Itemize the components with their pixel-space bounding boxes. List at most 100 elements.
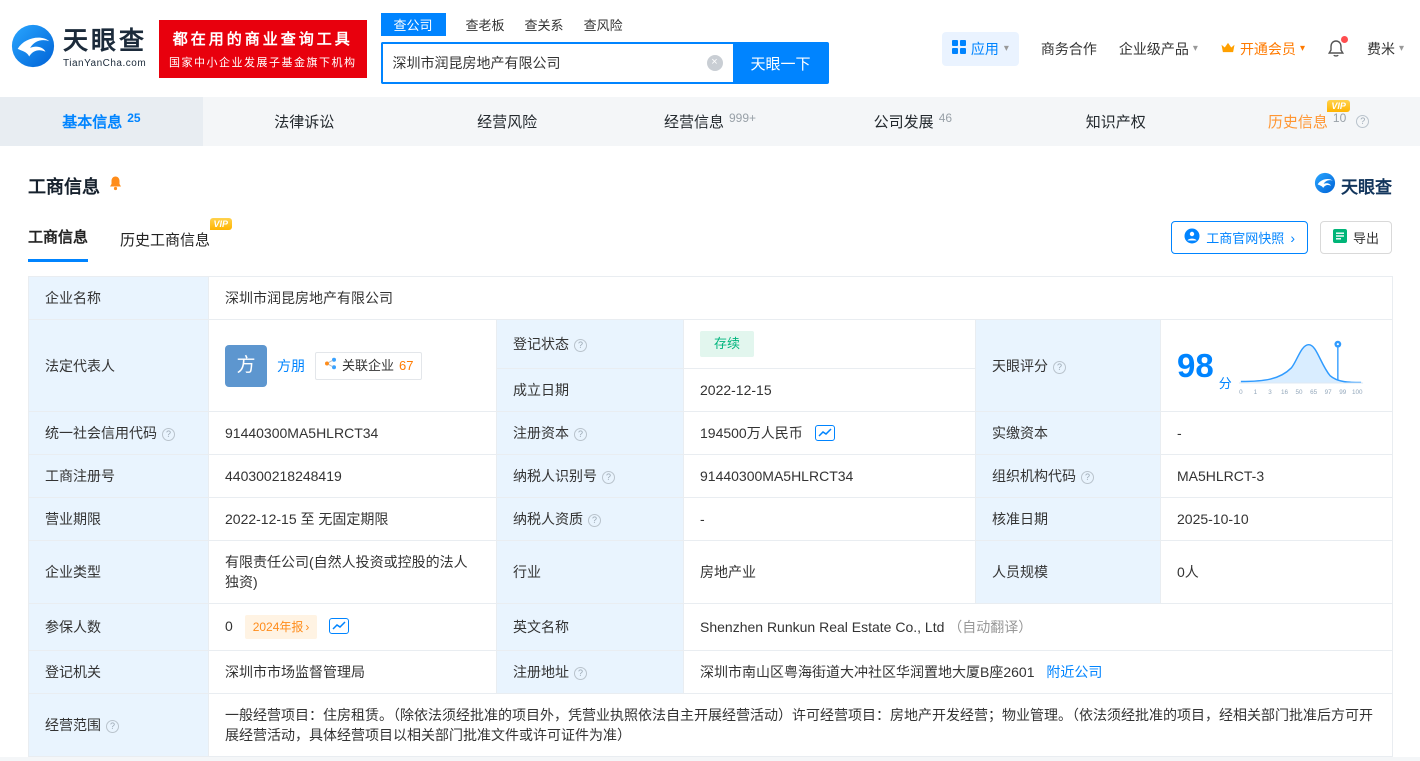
nav-business-cooperation[interactable]: 商务合作 bbox=[1041, 39, 1097, 59]
trend-chart-icon[interactable] bbox=[329, 618, 349, 634]
label-company-name: 企业名称 bbox=[29, 277, 209, 320]
table-row: 工商注册号 440300218248419 纳税人识别号? 91440300MA… bbox=[29, 455, 1393, 498]
nav-user-menu[interactable]: 费米 ▾ bbox=[1367, 39, 1404, 59]
nearby-companies-link[interactable]: 附近公司 bbox=[1046, 664, 1102, 680]
tab-count: 999+ bbox=[729, 111, 756, 125]
help-icon[interactable]: ? bbox=[1081, 471, 1094, 484]
search-input[interactable] bbox=[381, 42, 733, 84]
nav-enterprise-products[interactable]: 企业级产品 ▾ bbox=[1119, 39, 1198, 59]
label-tyc-score: 天眼评分? bbox=[976, 320, 1161, 412]
value-insured-count: 0 2024年报 › bbox=[209, 604, 497, 651]
score-number: 98 bbox=[1177, 349, 1214, 382]
annual-report-tag[interactable]: 2024年报 › bbox=[245, 615, 318, 639]
nav-upgrade-vip[interactable]: 开通会员 ▾ bbox=[1220, 39, 1305, 59]
label-organization-code: 组织机构代码? bbox=[976, 455, 1161, 498]
top-right-nav: 应用 ▾ 商务合作 企业级产品 ▾ 开通会员 ▾ 费米 ▾ bbox=[942, 32, 1404, 66]
export-button[interactable]: 导出 bbox=[1320, 221, 1392, 254]
search-tabs: 查公司 查老板 查关系 查风险 bbox=[381, 13, 829, 36]
search-tab-relation[interactable]: 查关系 bbox=[525, 15, 564, 34]
tianyancha-logo[interactable]: 天眼查 TianYanCha.com bbox=[10, 23, 147, 74]
chevron-right-icon: › bbox=[1290, 230, 1295, 246]
tab-company-development[interactable]: 公司发展 46 bbox=[811, 97, 1014, 146]
label-company-type: 企业类型 bbox=[29, 541, 209, 604]
tab-basic-info[interactable]: 基本信息 25 bbox=[0, 97, 203, 146]
app-menu-label: 应用 bbox=[971, 39, 999, 59]
tab-count: 25 bbox=[127, 111, 140, 125]
search-button[interactable]: 天眼一下 bbox=[733, 42, 829, 84]
related-companies-tag[interactable]: 关联企业 67 bbox=[315, 352, 422, 380]
legal-rep-name-link[interactable]: 方朋 bbox=[277, 356, 305, 376]
search-tab-risk[interactable]: 查风险 bbox=[584, 15, 623, 34]
value-tyc-score: 98 分 0 1 3 16 50 65 bbox=[1161, 320, 1393, 412]
help-icon[interactable]: ? bbox=[1053, 361, 1066, 374]
username: 费米 bbox=[1367, 39, 1395, 59]
table-row: 营业期限 2022-12-15 至 无固定期限 纳税人资质? - 核准日期 20… bbox=[29, 498, 1393, 541]
brand-slogan-banner: 都在用的商业查询工具 国家中小企业发展子基金旗下机构 bbox=[159, 20, 367, 78]
search-tab-boss[interactable]: 查老板 bbox=[466, 15, 505, 34]
announcement-bell-icon[interactable] bbox=[108, 175, 123, 196]
value-registered-capital: 194500万人民币 bbox=[684, 412, 976, 455]
svg-text:0: 0 bbox=[1239, 389, 1243, 396]
value-credit-code: 91440300MA5HLRCT34 bbox=[209, 412, 497, 455]
help-icon[interactable]: ? bbox=[574, 339, 587, 352]
table-row: 企业类型 有限责任公司(自然人投资或控股的法人独资) 行业 房地产业 人员规模 … bbox=[29, 541, 1393, 604]
svg-text:100: 100 bbox=[1352, 389, 1363, 396]
svg-text:3: 3 bbox=[1268, 389, 1272, 396]
value-registration-number: 440300218248419 bbox=[209, 455, 497, 498]
value-staff-size: 0人 bbox=[1161, 541, 1393, 604]
value-industry: 房地产业 bbox=[684, 541, 976, 604]
label-english-name: 英文名称 bbox=[497, 604, 684, 651]
label-paid-capital: 实缴资本 bbox=[976, 412, 1161, 455]
value-legal-representative: 方 方朋 关联企业 67 bbox=[209, 320, 497, 412]
value-paid-capital: - bbox=[1161, 412, 1393, 455]
subtab-business-info[interactable]: 工商信息 bbox=[28, 226, 88, 262]
tab-intellectual-property[interactable]: 知识产权 bbox=[1014, 97, 1217, 146]
legal-rep-avatar[interactable]: 方 bbox=[225, 345, 267, 387]
label-registration-status: 登记状态? bbox=[497, 320, 684, 369]
notification-bell-icon[interactable] bbox=[1327, 39, 1345, 58]
tab-operating-info[interactable]: 经营信息 999+ bbox=[609, 97, 812, 146]
value-organization-code: MA5HLRCT-3 bbox=[1161, 455, 1393, 498]
help-icon[interactable]: ? bbox=[106, 720, 119, 733]
table-row: 法定代表人 方 方朋 bbox=[29, 320, 1393, 369]
page-bottom-strip bbox=[0, 757, 1420, 761]
tab-history-info[interactable]: VIP 历史信息 10 ? bbox=[1217, 97, 1420, 146]
svg-text:1: 1 bbox=[1253, 389, 1257, 396]
value-establish-date: 2022-12-15 bbox=[684, 369, 976, 412]
label-taxpayer-qualification: 纳税人资质? bbox=[497, 498, 684, 541]
slogan-line1: 都在用的商业查询工具 bbox=[169, 28, 357, 49]
tianyancha-logo-icon bbox=[10, 23, 56, 74]
auto-translate-note: （自动翻译） bbox=[948, 619, 1032, 635]
logo-domain: TianYanCha.com bbox=[63, 58, 147, 69]
label-taxpayer-id: 纳税人识别号? bbox=[497, 455, 684, 498]
chevron-down-icon: ▾ bbox=[1399, 43, 1404, 54]
label-business-term: 营业期限 bbox=[29, 498, 209, 541]
help-icon[interactable]: ? bbox=[588, 514, 601, 527]
table-row: 参保人数 0 2024年报 › 英文名称 Shenzhen bbox=[29, 604, 1393, 651]
help-icon[interactable]: ? bbox=[574, 667, 587, 680]
search-tab-company[interactable]: 查公司 bbox=[381, 13, 446, 36]
help-icon[interactable]: ? bbox=[574, 428, 587, 441]
table-row: 统一社会信用代码? 91440300MA5HLRCT34 注册资本? 19450… bbox=[29, 412, 1393, 455]
notification-dot bbox=[1341, 36, 1348, 43]
app-menu-button[interactable]: 应用 ▾ bbox=[942, 32, 1019, 66]
help-icon[interactable]: ? bbox=[162, 428, 175, 441]
subtab-history-business-info[interactable]: VIP 历史工商信息 bbox=[120, 229, 210, 262]
label-registration-authority: 登记机关 bbox=[29, 651, 209, 694]
official-snapshot-button[interactable]: 工商官网快照 › bbox=[1171, 221, 1308, 254]
slogan-line2: 国家中小企业发展子基金旗下机构 bbox=[169, 54, 357, 70]
status-badge: 存续 bbox=[700, 331, 754, 357]
network-icon bbox=[324, 356, 337, 376]
trend-chart-icon[interactable] bbox=[815, 425, 835, 441]
label-registered-address: 注册地址? bbox=[497, 651, 684, 694]
help-icon[interactable]: ? bbox=[602, 471, 615, 484]
crown-icon bbox=[1220, 41, 1236, 57]
svg-text:50: 50 bbox=[1295, 389, 1303, 396]
clear-search-icon[interactable]: × bbox=[707, 55, 723, 71]
business-info-table: 企业名称 深圳市润昆房地产有限公司 法定代表人 方 方朋 bbox=[28, 276, 1393, 757]
top-header: 天眼查 TianYanCha.com 都在用的商业查询工具 国家中小企业发展子基… bbox=[0, 0, 1420, 97]
table-row: 经营范围? 一般经营项目：住房租赁。（除依法须经批准的项目外，凭营业执照依法自主… bbox=[29, 694, 1393, 757]
help-icon[interactable]: ? bbox=[1356, 115, 1369, 128]
tab-legal-proceedings[interactable]: 法律诉讼 bbox=[203, 97, 406, 146]
tab-operating-risk[interactable]: 经营风险 bbox=[406, 97, 609, 146]
